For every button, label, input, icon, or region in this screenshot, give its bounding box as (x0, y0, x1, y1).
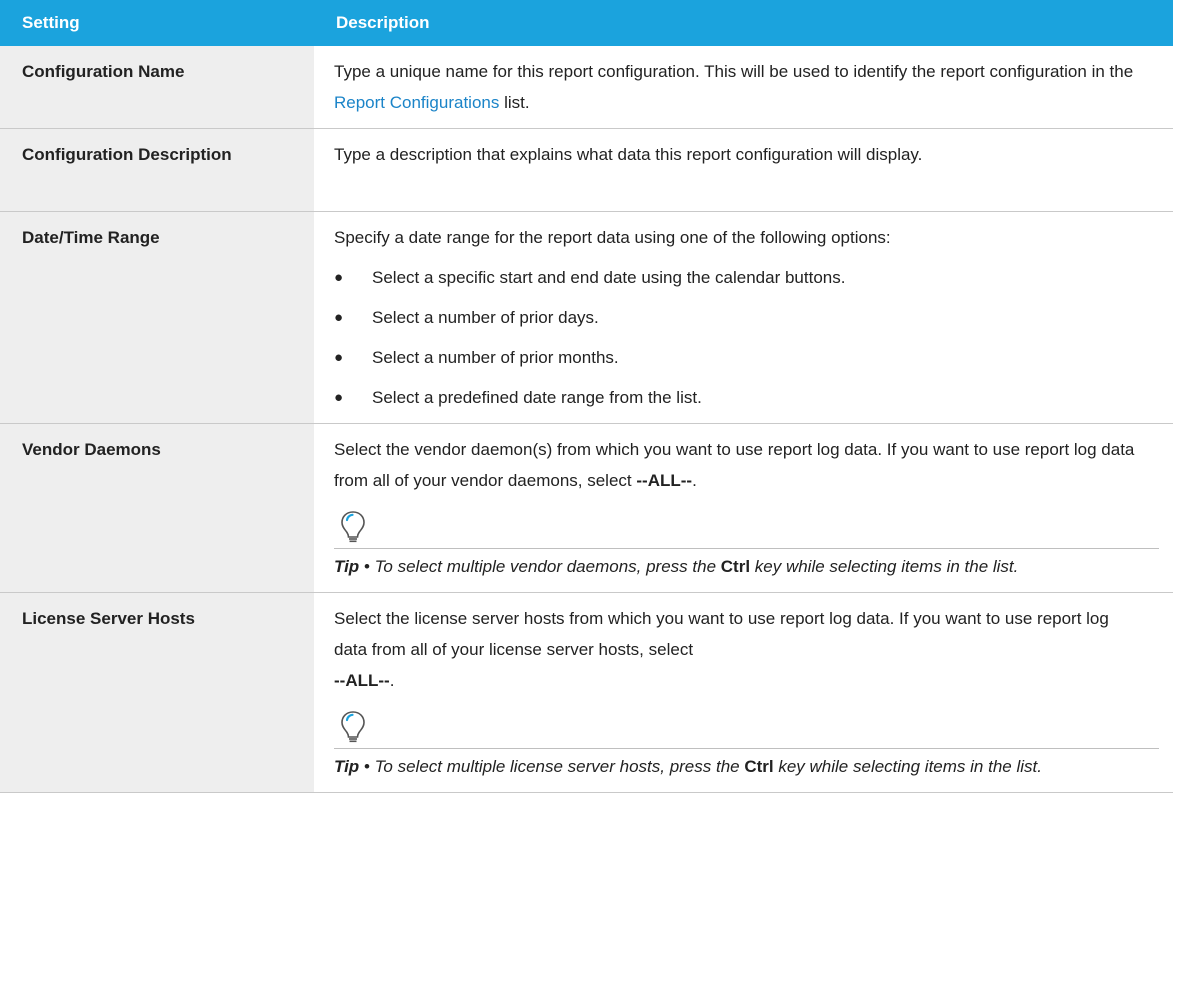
table-row: Configuration Description Type a descrip… (0, 128, 1173, 212)
tip-text: Tip • To select multiple vendor daemons,… (334, 551, 1159, 582)
list-item: ● Select a number of prior days. (334, 302, 1159, 333)
tip-icon-row (334, 510, 1159, 549)
list-item: ● Select a number of prior months. (334, 342, 1159, 373)
description-text-part: Select the vendor daemon(s) from which y… (334, 440, 1135, 490)
setting-name: Vendor Daemons (0, 423, 314, 593)
table-row: Date/Time Range Specify a date range for… (0, 211, 1173, 424)
settings-table: Setting Description Configuration Name T… (0, 0, 1173, 793)
list-item-text: Select a number of prior days. (372, 308, 599, 327)
setting-description: Select the license server hosts from whi… (314, 592, 1173, 793)
table-header-row: Setting Description (0, 0, 1173, 46)
table-row: License Server Hosts Select the license … (0, 592, 1173, 793)
description-column-header: Description (314, 0, 1173, 46)
description-text: Select the vendor daemon(s) from which y… (334, 434, 1159, 496)
tip-label: Tip (334, 557, 360, 576)
lightbulb-icon (341, 511, 365, 543)
bullet-dot-icon: ● (334, 269, 344, 286)
bullet-dot-icon: ● (334, 349, 344, 366)
option-list: ● Select a specific start and end date us… (334, 262, 1159, 413)
description-text-part: Select the license server hosts from whi… (334, 609, 1109, 659)
setting-name: Configuration Description (0, 128, 314, 212)
description-text-part: . (692, 471, 697, 490)
description-text-part: . (389, 671, 395, 690)
tip-block: Tip • To select multiple license server … (334, 710, 1159, 782)
tip-text: Tip • To select multiple license server … (334, 751, 1159, 782)
tip-text-part: • To select multiple vendor daemons, pre… (359, 557, 721, 576)
setting-description: Specify a date range for the report data… (314, 211, 1173, 424)
table-row: Configuration Name Type a unique name fo… (0, 46, 1173, 129)
report-configurations-link[interactable]: Report Configurations (334, 93, 499, 112)
list-item-text: Select a number of prior months. (372, 348, 619, 367)
bullet-dot-icon: ● (334, 309, 344, 326)
setting-name: License Server Hosts (0, 592, 314, 793)
description-text: Select the license server hosts from whi… (334, 603, 1113, 696)
all-keyword: --ALL-- (636, 471, 693, 490)
description-text: Type a unique name for this report confi… (334, 56, 1159, 118)
tip-block: Tip • To select multiple vendor daemons,… (334, 510, 1159, 582)
setting-name: Date/Time Range (0, 211, 314, 424)
list-item: ● Select a specific start and end date us… (334, 262, 1159, 293)
description-text: Type a description that explains what da… (334, 145, 923, 164)
tip-text-part: • To select multiple license server host… (359, 757, 745, 776)
list-item-text: Select a predefined date range from the … (372, 388, 702, 407)
description-text-part: list. (499, 93, 530, 112)
description-text: Specify a date range for the report data… (334, 228, 891, 247)
bullet-dot-icon: ● (334, 389, 344, 406)
tip-text-part: key while selecting items in the list. (773, 757, 1042, 776)
setting-name: Configuration Name (0, 46, 314, 129)
list-item-text: Select a specific start and end date usi… (372, 268, 846, 287)
table-row: Vendor Daemons Select the vendor daemon(… (0, 423, 1173, 593)
setting-description: Select the vendor daemon(s) from which y… (314, 423, 1173, 593)
tip-icon-row (334, 710, 1159, 749)
ctrl-key-label: Ctrl (744, 757, 774, 776)
setting-column-header: Setting (0, 0, 314, 46)
all-keyword: --ALL-- (334, 671, 390, 690)
ctrl-key-label: Ctrl (720, 557, 751, 576)
tip-label: Tip (334, 757, 360, 776)
setting-description: Type a unique name for this report confi… (314, 46, 1173, 129)
description-text-part: Type a unique name for this report confi… (334, 62, 1134, 81)
list-item: ● Select a predefined date range from the… (334, 382, 1159, 413)
tip-text-part: key while selecting items in the list. (750, 557, 1019, 576)
setting-description: Type a description that explains what da… (314, 128, 1173, 212)
lightbulb-icon (341, 711, 365, 743)
